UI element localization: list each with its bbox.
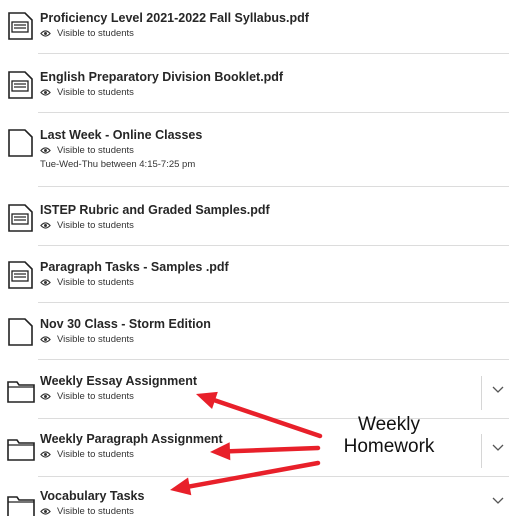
content-item-booklet[interactable]: English Preparatory Division Booklet.pdf…	[0, 70, 509, 106]
visibility-status: Visible to students	[40, 449, 134, 460]
item-title[interactable]: Weekly Paragraph Assignment	[40, 432, 223, 446]
item-title[interactable]: Paragraph Tasks - Samples .pdf	[40, 260, 229, 274]
content-item-syllabus[interactable]: Proficiency Level 2021-2022 Fall Syllabu…	[0, 11, 509, 47]
divider	[38, 53, 509, 54]
chevron-down-icon[interactable]	[492, 497, 504, 505]
divider	[38, 186, 509, 187]
divider	[38, 112, 509, 113]
divider	[481, 376, 482, 410]
folder-item-weekly-essay[interactable]: Weekly Essay Assignment Visible to stude…	[0, 374, 509, 412]
visibility-status: Visible to students	[40, 277, 134, 288]
visibility-status: Visible to students	[40, 87, 134, 98]
eye-icon	[40, 30, 51, 37]
eye-icon	[40, 508, 51, 515]
document-icon	[8, 204, 33, 232]
document-icon	[8, 12, 33, 40]
eye-icon	[40, 336, 51, 343]
folder-icon	[7, 439, 35, 461]
eye-icon	[40, 451, 51, 458]
visibility-status: Visible to students	[40, 28, 134, 39]
visibility-status: Visible to students	[40, 145, 134, 156]
item-description: Tue-Wed-Thu between 4:15-7:25 pm	[40, 159, 196, 170]
document-icon	[8, 261, 33, 289]
visibility-label: Visible to students	[57, 145, 134, 156]
content-item-rubric[interactable]: ISTEP Rubric and Graded Samples.pdf Visi…	[0, 203, 509, 239]
visibility-label: Visible to students	[57, 449, 134, 460]
visibility-label: Visible to students	[57, 87, 134, 98]
annotation-label: Weekly Homework	[333, 414, 445, 458]
divider	[38, 359, 509, 360]
annotation-line-2: Homework	[343, 436, 435, 457]
divider	[481, 434, 482, 468]
annotation-line-1: Weekly	[358, 414, 420, 435]
item-title[interactable]: English Preparatory Division Booklet.pdf	[40, 70, 283, 84]
folder-icon	[7, 496, 35, 516]
visibility-label: Visible to students	[57, 28, 134, 39]
content-item-paragraph-samples[interactable]: Paragraph Tasks - Samples .pdf Visible t…	[0, 260, 509, 296]
chevron-down-icon[interactable]	[492, 386, 504, 394]
visibility-label: Visible to students	[57, 506, 134, 516]
divider	[38, 245, 509, 246]
item-title[interactable]: Weekly Essay Assignment	[40, 374, 197, 388]
divider	[38, 476, 509, 477]
visibility-status: Visible to students	[40, 220, 134, 231]
folder-icon	[7, 381, 35, 403]
content-item-last-week[interactable]: Last Week - Online Classes Visible to st…	[0, 128, 509, 176]
item-title[interactable]: ISTEP Rubric and Graded Samples.pdf	[40, 203, 270, 217]
eye-icon	[40, 147, 51, 154]
visibility-status: Visible to students	[40, 334, 134, 345]
visibility-label: Visible to students	[57, 220, 134, 231]
document-icon	[8, 71, 33, 99]
eye-icon	[40, 393, 51, 400]
visibility-status: Visible to students	[40, 506, 134, 516]
content-item-nov30[interactable]: Nov 30 Class - Storm Edition Visible to …	[0, 317, 509, 353]
eye-icon	[40, 279, 51, 286]
page-icon	[8, 318, 33, 346]
visibility-label: Visible to students	[57, 277, 134, 288]
folder-item-vocabulary[interactable]: Vocabulary Tasks Visible to students	[0, 489, 509, 516]
item-title[interactable]: Proficiency Level 2021-2022 Fall Syllabu…	[40, 11, 309, 25]
divider	[38, 302, 509, 303]
eye-icon	[40, 89, 51, 96]
item-title[interactable]: Nov 30 Class - Storm Edition	[40, 317, 211, 331]
visibility-label: Visible to students	[57, 334, 134, 345]
visibility-label: Visible to students	[57, 391, 134, 402]
visibility-status: Visible to students	[40, 391, 134, 402]
eye-icon	[40, 222, 51, 229]
page-icon	[8, 129, 33, 157]
item-title[interactable]: Vocabulary Tasks	[40, 489, 144, 503]
chevron-down-icon[interactable]	[492, 444, 504, 452]
item-title[interactable]: Last Week - Online Classes	[40, 128, 202, 142]
